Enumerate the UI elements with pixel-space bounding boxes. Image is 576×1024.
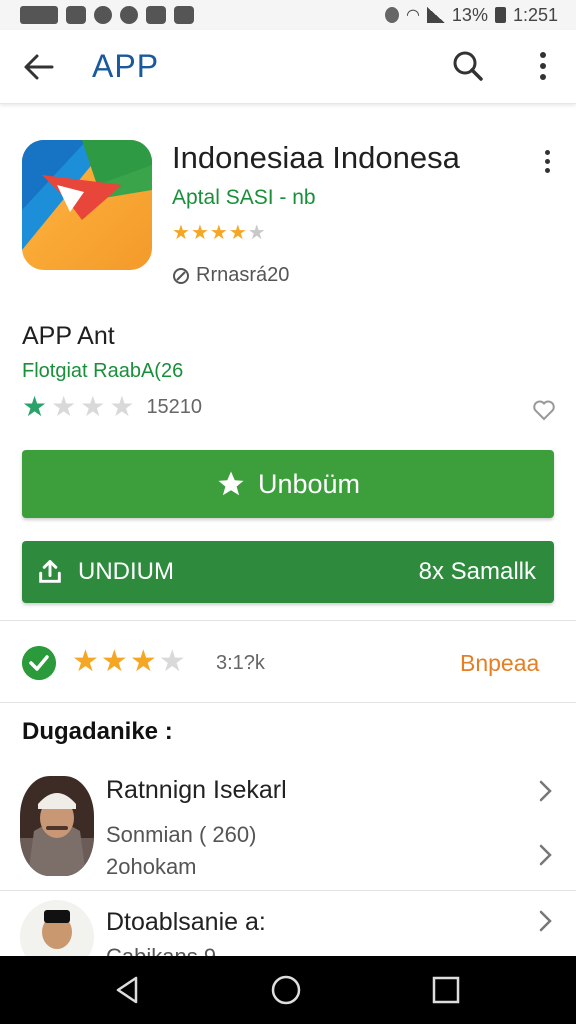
- star-icon: ★: [51, 391, 77, 422]
- list-item[interactable]: Dtoablsanie a: Cabikans 9: [0, 890, 576, 956]
- download-button[interactable]: UNDIUM 8x Samallk: [22, 541, 554, 603]
- person-name: Ratnnign Isekarl: [106, 776, 287, 804]
- battery-icon: [494, 7, 506, 23]
- star-icon: ★: [129, 645, 157, 678]
- person-detail: Cabikans 9: [106, 944, 216, 956]
- star-icon: ★: [172, 222, 190, 244]
- app-rating-stars: ★ ★ ★ ★ ★: [172, 222, 266, 244]
- rating-link[interactable]: Bnpeaa: [460, 650, 539, 677]
- chevron-right-icon[interactable]: [532, 778, 558, 804]
- notification-icon: [20, 6, 58, 24]
- star-icon: ★: [158, 645, 186, 678]
- clock: 1:251: [512, 4, 558, 25]
- app-meta-text: Rrnasrá20: [196, 264, 290, 286]
- tag-icon: [173, 267, 189, 284]
- notification-icon: [94, 6, 112, 24]
- star-icon: ★: [247, 222, 266, 244]
- star-icon: ★: [100, 645, 128, 678]
- battery-percent: 13%: [451, 4, 488, 25]
- nav-recents-icon[interactable]: [430, 974, 462, 1006]
- heart-icon[interactable]: [532, 398, 556, 422]
- download-button-label: UNDIUM: [78, 558, 174, 585]
- nav-back-icon[interactable]: [112, 974, 144, 1006]
- download-size: 8x Samallk: [418, 558, 536, 585]
- install-button[interactable]: Unboüm: [22, 450, 554, 518]
- sub-app-rating: ★ ★ ★ ★ 15210: [22, 392, 202, 422]
- notification-icon: [66, 6, 86, 24]
- list-item[interactable]: Ratnnign Isekarl Sonmian ( 260) 2ohokam: [0, 760, 576, 890]
- notification-icon: [174, 6, 194, 24]
- share-icon: [39, 560, 61, 583]
- rating-count: 3:1?k: [216, 652, 265, 674]
- chevron-right-icon[interactable]: [532, 842, 558, 868]
- person-detail: Sonmian ( 260): [106, 822, 257, 847]
- notification-icon: [146, 6, 166, 24]
- alarm-icon: [384, 7, 399, 23]
- divider: [0, 620, 576, 621]
- more-vert-icon[interactable]: [530, 48, 556, 84]
- sub-app-title: APP Ant: [22, 322, 115, 350]
- app-name: Indonesiaa Indonesa: [172, 140, 460, 175]
- signal-icon: [426, 7, 445, 23]
- star-icon: ★: [80, 391, 106, 422]
- page-title: APP: [92, 48, 160, 84]
- app-card: Indonesiaa Indonesa Aptal SASI - nb ★ ★ ★ ★…: [0, 112, 576, 620]
- system-icons: ◠ 13% 1:251: [384, 4, 558, 26]
- notification-icons: [20, 6, 194, 24]
- star-icon: ★: [228, 222, 247, 244]
- app-developer[interactable]: Aptal SASI - nb: [172, 186, 316, 210]
- star-icon: [218, 471, 244, 496]
- navigation-bar: [0, 956, 576, 1024]
- rating-row: ★ ★ ★ ★ 3:1?k Bnpeaa: [0, 624, 576, 700]
- star-icon: ★: [190, 222, 209, 244]
- check-icon: [22, 646, 56, 680]
- chevron-right-icon[interactable]: [532, 908, 558, 934]
- avatar: [20, 776, 94, 876]
- star-icon: ★: [72, 645, 99, 678]
- person-detail: 2ohokam: [106, 854, 197, 879]
- install-button-label: Unboüm: [257, 468, 361, 499]
- rating-stars: ★ ★ ★ ★: [72, 646, 186, 678]
- sub-app-rating-count: 15210: [146, 395, 203, 418]
- app-more-icon[interactable]: [538, 146, 556, 176]
- toolbar: APP: [0, 30, 576, 104]
- star-icon: ★: [109, 391, 135, 422]
- person-name: Dtoablsanie a:: [106, 908, 266, 936]
- search-icon[interactable]: [450, 48, 486, 84]
- divider: [0, 702, 576, 703]
- star-icon: ★: [209, 222, 228, 244]
- nav-home-icon[interactable]: [270, 974, 302, 1006]
- status-bar: ◠ 13% 1:251: [0, 0, 576, 30]
- star-icon: ★: [22, 391, 48, 422]
- notification-icon: [120, 6, 138, 24]
- app-meta: Rrnasrá20: [172, 264, 289, 287]
- avatar: [20, 900, 94, 956]
- back-arrow-icon[interactable]: [22, 50, 56, 84]
- sub-app-developer[interactable]: Flotgiat RaabA(26: [22, 360, 183, 383]
- wifi-icon: ◠: [405, 7, 420, 24]
- app-logo-icon[interactable]: [22, 140, 152, 270]
- section-title: Dugadanike :: [22, 718, 173, 745]
